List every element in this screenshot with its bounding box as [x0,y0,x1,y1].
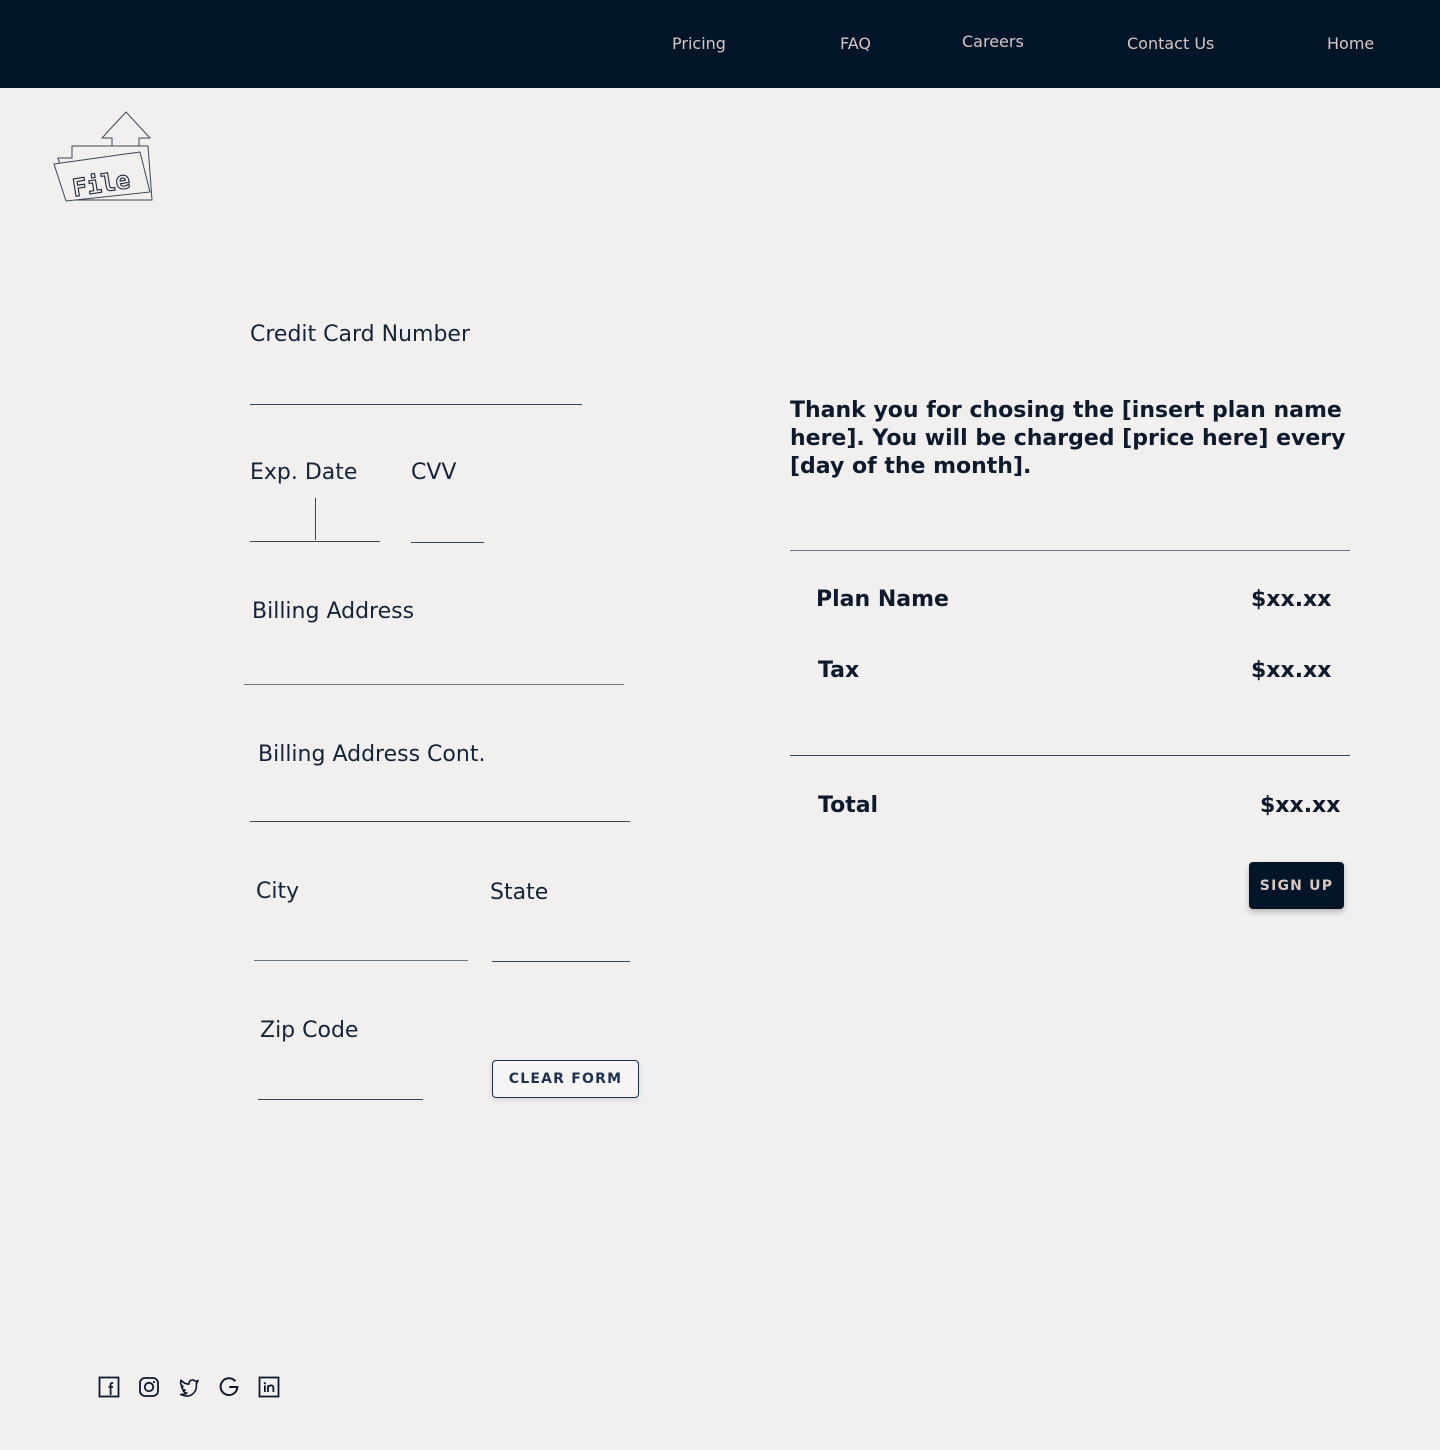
top-nav-bar: Pricing FAQ Careers Contact Us Home [0,0,1440,88]
nav-link-pricing[interactable]: Pricing [672,34,726,53]
plan-name-label: Plan Name [816,587,949,612]
clear-form-button[interactable]: CLEAR FORM [492,1060,639,1098]
tax-label: Tax [818,658,860,683]
linkedin-icon[interactable] [258,1376,280,1398]
zip-code-input[interactable] [258,1099,423,1100]
exp-date-label: Exp. Date [250,460,358,485]
zip-code-label: Zip Code [260,1018,359,1043]
summary-divider-top [790,550,1350,551]
nav-link-home[interactable]: Home [1327,34,1374,53]
nav-link-faq[interactable]: FAQ [840,34,871,53]
summary-divider-bottom [790,755,1350,756]
thank-you-message: Thank you for chosing the [insert plan n… [790,398,1346,479]
cvv-label: CVV [411,460,457,485]
card-number-label: Credit Card Number [250,322,470,347]
billing-address-cont-label: Billing Address Cont. [258,742,486,767]
nav-link-careers[interactable]: Careers [962,32,1024,51]
exp-date-input[interactable] [250,541,380,542]
sign-up-button[interactable]: SIGN UP [1249,862,1344,909]
total-label: Total [818,793,879,818]
nav-link-contact-us[interactable]: Contact Us [1127,34,1214,53]
billing-address-cont-input[interactable] [250,821,630,822]
text-cursor [315,498,316,540]
state-label: State [490,880,549,905]
cvv-input[interactable] [411,542,484,543]
state-input[interactable] [492,961,630,962]
total-price: $xx.xx [1260,793,1341,818]
file-logo-icon: File [53,111,153,203]
facebook-icon[interactable] [98,1376,120,1398]
file-upload-logo[interactable]: File [52,108,156,204]
instagram-icon[interactable] [138,1376,160,1398]
twitter-icon[interactable] [178,1376,200,1398]
tax-price: $xx.xx [1251,658,1332,683]
plan-price: $xx.xx [1251,587,1332,612]
city-label: City [256,879,300,904]
google-icon[interactable] [218,1376,240,1398]
card-number-input[interactable] [250,404,582,405]
billing-address-label: Billing Address [252,599,415,624]
billing-address-input[interactable] [244,684,624,685]
city-input[interactable] [254,960,468,961]
